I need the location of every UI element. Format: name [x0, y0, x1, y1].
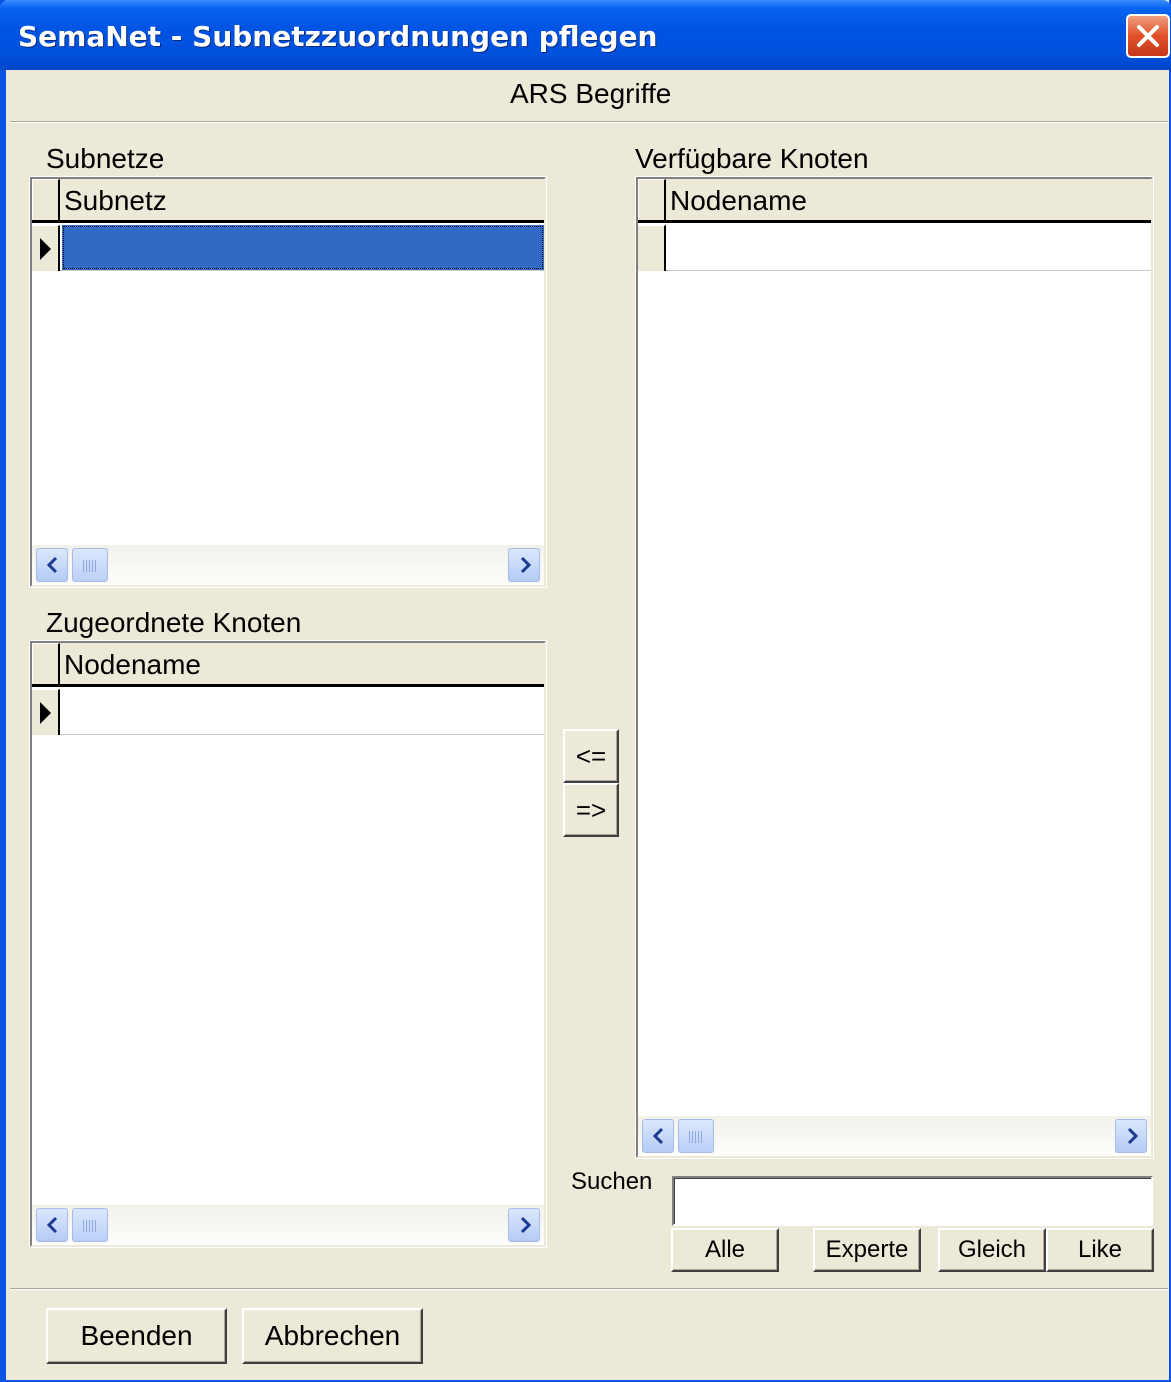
- close-icon: [1137, 25, 1159, 47]
- subnets-grid-header: Subnetz: [32, 179, 544, 223]
- scroll-thumb[interactable]: [72, 548, 108, 582]
- available-grid-header: Nodename: [638, 179, 1151, 223]
- scroll-left-icon: [46, 1216, 58, 1234]
- search-like-button[interactable]: Like: [1046, 1228, 1154, 1272]
- scroll-right-icon: [1127, 1127, 1139, 1145]
- grid-corner: [638, 179, 666, 220]
- subnets-grid[interactable]: Subnetz: [29, 176, 547, 588]
- remove-node-button[interactable]: =>: [563, 783, 619, 837]
- search-label: Suchen: [571, 1168, 653, 1195]
- row-pointer-icon: [40, 238, 51, 260]
- scroll-left-icon: [46, 556, 58, 574]
- subnets-hscrollbar[interactable]: [32, 545, 544, 585]
- header-label: ARS Begriffe: [510, 78, 672, 109]
- table-row[interactable]: [638, 225, 1151, 271]
- available-column-header[interactable]: Nodename: [670, 185, 807, 217]
- available-nodes-grid[interactable]: Nodename: [635, 176, 1154, 1159]
- subnets-column-header[interactable]: Subnetz: [64, 185, 167, 217]
- close-button[interactable]: [1126, 14, 1170, 58]
- nodename-cell[interactable]: [668, 225, 1151, 270]
- assigned-nodes-label: Zugeordnete Knoten: [46, 607, 302, 638]
- nodename-cell[interactable]: [62, 689, 544, 734]
- add-node-button[interactable]: <=: [563, 729, 619, 783]
- row-pointer-icon: [40, 702, 51, 724]
- scroll-left-icon: [652, 1127, 664, 1145]
- search-all-button[interactable]: Alle: [671, 1228, 779, 1272]
- row-selector[interactable]: [638, 225, 666, 271]
- cancel-button[interactable]: Abbrechen: [242, 1308, 423, 1364]
- title-bar: SemaNet - Subnetzzuordnungen pflegen: [0, 0, 1171, 70]
- window-title: SemaNet - Subnetzzuordnungen pflegen: [18, 20, 658, 53]
- scroll-left-button[interactable]: [36, 548, 68, 582]
- table-row[interactable]: [32, 225, 544, 271]
- assigned-hscrollbar[interactable]: [32, 1205, 544, 1245]
- row-selector[interactable]: [32, 225, 60, 271]
- available-hscrollbar[interactable]: [638, 1116, 1151, 1156]
- scroll-right-button[interactable]: [508, 1208, 540, 1242]
- scroll-left-button[interactable]: [642, 1119, 674, 1153]
- search-expert-button[interactable]: Experte: [813, 1228, 921, 1272]
- grid-corner: [32, 643, 60, 684]
- scroll-left-button[interactable]: [36, 1208, 68, 1242]
- table-row[interactable]: [32, 689, 544, 735]
- assigned-nodes-grid[interactable]: Nodename: [29, 640, 547, 1248]
- search-equal-button[interactable]: Gleich: [938, 1228, 1046, 1272]
- scroll-right-button[interactable]: [508, 548, 540, 582]
- scroll-right-icon: [520, 1216, 532, 1234]
- row-selector[interactable]: [32, 689, 60, 735]
- grid-corner: [32, 179, 60, 220]
- assigned-grid-header: Nodename: [32, 643, 544, 687]
- header-divider: [10, 121, 1168, 123]
- finish-button[interactable]: Beenden: [46, 1308, 227, 1364]
- subnets-label: Subnetze: [46, 143, 165, 174]
- assigned-column-header[interactable]: Nodename: [64, 649, 201, 681]
- scroll-thumb[interactable]: [678, 1119, 714, 1153]
- scroll-right-button[interactable]: [1115, 1119, 1147, 1153]
- footer-divider: [10, 1288, 1168, 1290]
- subnet-cell[interactable]: [62, 225, 544, 270]
- scroll-thumb[interactable]: [72, 1208, 108, 1242]
- available-nodes-label: Verfügbare Knoten: [635, 143, 869, 174]
- search-input[interactable]: [672, 1176, 1153, 1226]
- scroll-right-icon: [520, 556, 532, 574]
